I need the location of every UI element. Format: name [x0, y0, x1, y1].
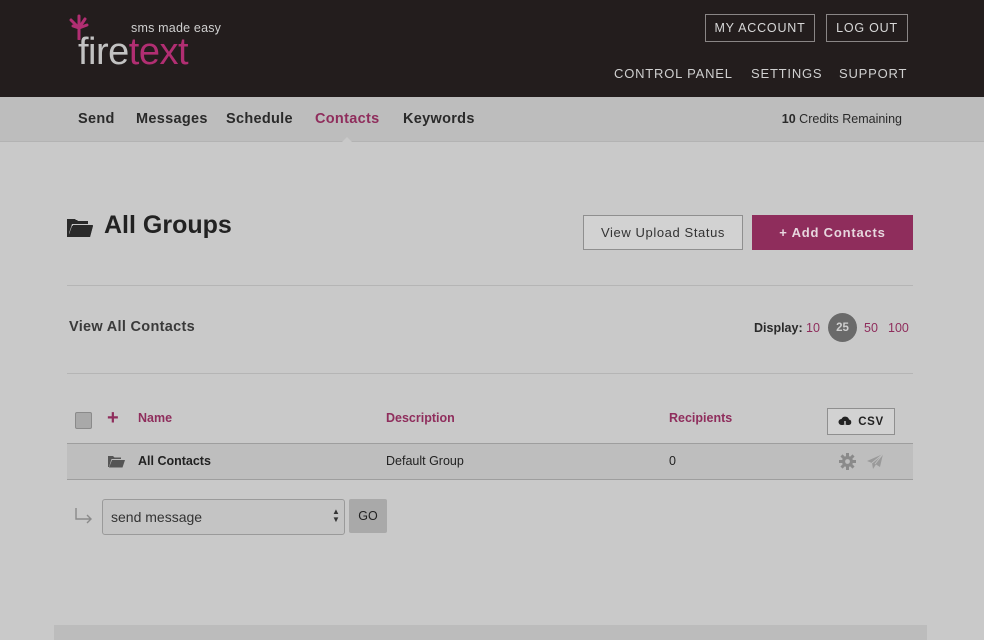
bulk-action-select[interactable]: send message — [102, 499, 345, 535]
column-header-name[interactable]: Name — [138, 411, 172, 425]
section-title: View All Contacts — [69, 319, 195, 335]
active-tab-caret — [341, 137, 353, 143]
credits-label: Credits Remaining — [799, 112, 902, 126]
tab-contacts[interactable]: Contacts — [315, 111, 379, 127]
nav-support[interactable]: SUPPORT — [839, 66, 907, 81]
logo-wordmark: firetext — [78, 30, 189, 74]
column-header-recipients[interactable]: Recipients — [669, 411, 732, 425]
gear-icon[interactable] — [839, 453, 856, 470]
tab-schedule[interactable]: Schedule — [226, 111, 293, 127]
tab-messages[interactable]: Messages — [136, 111, 208, 127]
csv-download-button[interactable]: CSV — [827, 408, 895, 435]
folder-open-icon — [67, 219, 93, 237]
display-label: Display: — [754, 321, 803, 335]
nav-control-panel[interactable]: CONTROL PANEL — [614, 66, 733, 81]
logo-word-text: text — [128, 31, 189, 73]
credits-remaining: 10 Credits Remaining — [782, 112, 902, 126]
csv-label: CSV — [858, 415, 884, 428]
page-title: All Groups — [104, 211, 232, 239]
paper-plane-icon[interactable] — [866, 453, 884, 470]
add-group-button[interactable]: + — [107, 407, 119, 429]
sub-navigation: Send Messages Schedule Contacts Keywords… — [0, 97, 984, 142]
group-description: Default Group — [386, 454, 464, 468]
firetext-logo[interactable]: sms made easy firetext — [68, 14, 228, 74]
site-header: sms made easy firetext MY ACCOUNT LOG OU… — [0, 0, 984, 97]
go-button[interactable]: GO — [349, 499, 387, 533]
select-all-checkbox[interactable] — [75, 412, 92, 429]
tab-keywords[interactable]: Keywords — [403, 111, 475, 127]
group-recipients: 0 — [669, 454, 676, 468]
return-arrow-icon — [75, 508, 92, 524]
view-upload-status-button[interactable]: View Upload Status — [583, 215, 743, 250]
tab-send[interactable]: Send — [78, 111, 115, 127]
display-option-25[interactable]: 25 — [828, 313, 857, 342]
select-arrows-icon: ▲ ▼ — [332, 507, 340, 524]
credits-count: 10 — [781, 112, 796, 126]
display-option-50[interactable]: 50 — [864, 321, 878, 335]
divider — [67, 373, 913, 374]
nav-settings[interactable]: SETTINGS — [751, 66, 822, 81]
log-out-button[interactable]: LOG OUT — [826, 14, 908, 42]
divider — [67, 285, 913, 286]
display-option-100[interactable]: 100 — [888, 321, 909, 335]
group-name[interactable]: All Contacts — [138, 454, 211, 468]
cloud-download-icon — [838, 416, 852, 428]
footer-strip — [54, 625, 927, 640]
logo-word-fire: fire — [78, 31, 129, 73]
folder-open-icon — [108, 456, 125, 468]
column-header-description[interactable]: Description — [386, 411, 455, 425]
my-account-button[interactable]: MY ACCOUNT — [705, 14, 815, 42]
display-option-10[interactable]: 10 — [806, 321, 820, 335]
add-contacts-button[interactable]: + Add Contacts — [752, 215, 913, 250]
